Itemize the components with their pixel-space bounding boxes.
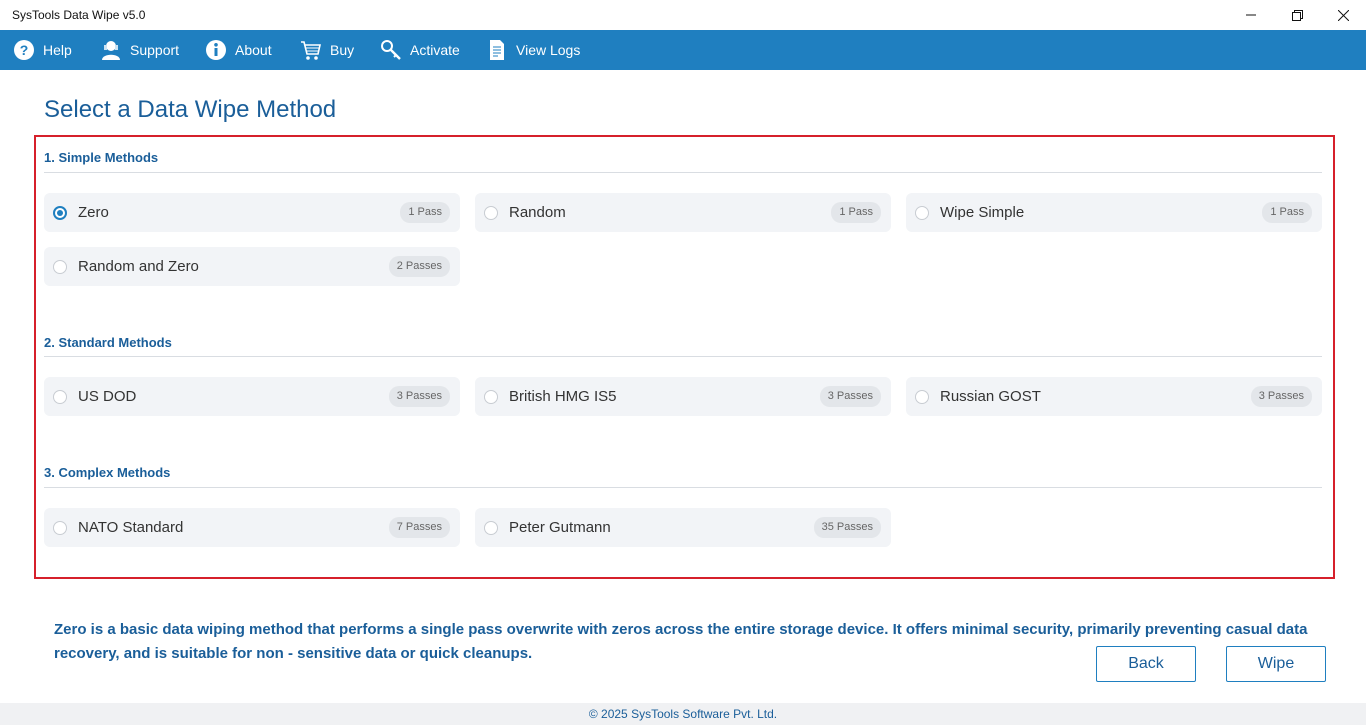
option-label: US DOD xyxy=(78,388,137,405)
menu-about-label: About xyxy=(235,42,272,58)
passes-badge: 3 Passes xyxy=(819,386,881,407)
close-button[interactable] xyxy=(1320,0,1366,30)
radio-button[interactable] xyxy=(915,390,929,404)
page-title: Select a Data Wipe Method xyxy=(44,96,337,123)
radio-button[interactable] xyxy=(53,206,67,220)
menu-view-logs-label: View Logs xyxy=(516,42,581,58)
minimize-button[interactable] xyxy=(1228,0,1274,30)
radio-button[interactable] xyxy=(53,260,67,274)
restore-icon xyxy=(1291,9,1303,21)
menu-activate-label: Activate xyxy=(410,42,460,58)
radio-button[interactable] xyxy=(915,206,929,220)
menu-support-label: Support xyxy=(130,42,180,58)
wipe-button[interactable]: Wipe xyxy=(1226,646,1326,682)
option-label: Random and Zero xyxy=(78,258,199,275)
passes-badge: 1 Pass xyxy=(831,202,881,223)
menu-bar: ? Help Support About Buy Activate View L… xyxy=(0,30,1366,70)
support-icon xyxy=(100,39,122,61)
menu-view-logs[interactable]: View Logs xyxy=(486,30,580,70)
restore-button[interactable] xyxy=(1274,0,1320,30)
passes-badge: 3 Passes xyxy=(1250,386,1312,407)
section-divider xyxy=(44,487,1322,488)
passes-badge: 1 Pass xyxy=(1262,202,1312,223)
window-title: SysTools Data Wipe v5.0 xyxy=(12,8,146,22)
option-wipe-simple[interactable]: Wipe Simple 1 Pass xyxy=(906,193,1322,232)
help-icon: ? xyxy=(13,39,35,61)
option-label: British HMG IS5 xyxy=(509,388,617,405)
passes-badge: 35 Passes xyxy=(813,517,881,538)
option-zero[interactable]: Zero 1 Pass xyxy=(44,193,460,232)
option-peter-gutmann[interactable]: Peter Gutmann 35 Passes xyxy=(475,508,891,547)
option-label: Random xyxy=(509,204,566,221)
option-us-dod[interactable]: US DOD 3 Passes xyxy=(44,377,460,416)
option-label: Zero xyxy=(78,204,109,221)
info-icon xyxy=(205,39,227,61)
option-label: Peter Gutmann xyxy=(509,519,611,536)
option-nato-standard[interactable]: NATO Standard 7 Passes xyxy=(44,508,460,547)
option-label: NATO Standard xyxy=(78,519,184,536)
option-random-and-zero[interactable]: Random and Zero 2 Passes xyxy=(44,247,460,286)
radio-button[interactable] xyxy=(484,390,498,404)
cart-icon xyxy=(300,39,322,61)
title-bar: SysTools Data Wipe v5.0 xyxy=(0,0,1366,30)
passes-badge: 2 Passes xyxy=(388,256,450,277)
option-british-hmg-is5[interactable]: British HMG IS5 3 Passes xyxy=(475,377,891,416)
passes-badge: 7 Passes xyxy=(388,517,450,538)
menu-activate[interactable]: Activate xyxy=(380,30,460,70)
radio-button[interactable] xyxy=(484,206,498,220)
menu-help[interactable]: ? Help xyxy=(13,30,72,70)
section-divider xyxy=(44,356,1322,357)
option-random[interactable]: Random 1 Pass xyxy=(475,193,891,232)
footer-copyright: © 2025 SysTools Software Pvt. Ltd. xyxy=(0,703,1366,725)
key-icon xyxy=(380,39,402,61)
radio-button[interactable] xyxy=(53,521,67,535)
menu-buy-label: Buy xyxy=(330,42,355,58)
svg-text:?: ? xyxy=(20,42,29,58)
menu-about[interactable]: About xyxy=(205,30,272,70)
section-title-simple: 1. Simple Methods xyxy=(44,150,159,165)
section-divider xyxy=(44,172,1322,173)
option-russian-gost[interactable]: Russian GOST 3 Passes xyxy=(906,377,1322,416)
option-label: Wipe Simple xyxy=(940,204,1025,221)
section-title-standard: 2. Standard Methods xyxy=(44,335,172,350)
back-button[interactable]: Back xyxy=(1096,646,1196,682)
menu-support[interactable]: Support xyxy=(100,30,179,70)
menu-help-label: Help xyxy=(43,42,72,58)
passes-badge: 1 Pass xyxy=(400,202,450,223)
option-label: Russian GOST xyxy=(940,388,1041,405)
radio-button[interactable] xyxy=(484,521,498,535)
radio-button[interactable] xyxy=(53,390,67,404)
section-title-complex: 3. Complex Methods xyxy=(44,465,171,480)
document-icon xyxy=(486,39,508,61)
close-icon xyxy=(1337,9,1349,21)
passes-badge: 3 Passes xyxy=(388,386,450,407)
menu-buy[interactable]: Buy xyxy=(300,30,354,70)
minimize-icon xyxy=(1246,14,1256,16)
